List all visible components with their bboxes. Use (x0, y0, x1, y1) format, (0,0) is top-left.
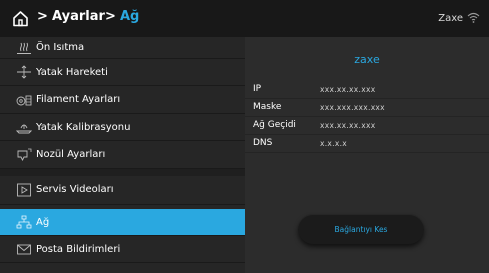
bed-move-icon (17, 65, 31, 79)
sidebar-item-label: Nozül Ayarları (36, 149, 106, 160)
row-value: xxx.xxx.xxx.xxx (320, 103, 385, 112)
row-value: xxx.xx.xx.xxx (320, 121, 376, 130)
sidebar-item-label: Ağ (36, 217, 50, 228)
sidebar-item-label: Posta Bildirimleri (36, 244, 121, 255)
network-icon (16, 215, 32, 229)
sidebar-item-filament[interactable]: Filament Ayarları (0, 86, 245, 114)
row-label: Maske (253, 102, 282, 112)
disconnect-button[interactable]: Bağlantıyı Kes (298, 214, 424, 244)
row-label: IP (253, 84, 262, 94)
filament-icon (16, 95, 32, 106)
breadcrumb-separator: > (105, 9, 116, 24)
network-name: zaxe (354, 53, 380, 66)
sidebar-divider (0, 169, 245, 176)
sidebar-item-service-videos[interactable]: Servis Videoları (0, 176, 245, 205)
sidebar-item-label: Ön Isıtma (36, 42, 85, 53)
sidebar-item-bed-calibration[interactable]: Yatak Kalibrasyonu (0, 114, 245, 141)
sidebar-item-nozzle[interactable]: Nozül Ayarları (0, 141, 245, 169)
top-bar: > Ayarlar > Ağ Zaxe (0, 0, 489, 37)
breadcrumb-current: Ağ (120, 9, 140, 24)
play-icon (17, 183, 31, 197)
sidebar-item-preheat[interactable]: Ön Isıtma (0, 37, 245, 59)
wifi-icon (467, 12, 480, 23)
row-label: Ağ Geçidi (253, 120, 296, 130)
sidebar-item-label: Servis Videoları (36, 184, 114, 195)
network-row-gateway: Ağ Geçidi xxx.xx.xx.xxx (245, 117, 489, 135)
sidebar-item-bed-movement[interactable]: Yatak Hareketi (0, 59, 245, 86)
nozzle-icon (17, 148, 32, 162)
row-value: xxx.xx.xx.xxx (320, 85, 376, 94)
network-row-mask: Maske xxx.xxx.xxx.xxx (245, 99, 489, 117)
row-label: DNS (253, 138, 273, 148)
sidebar-item-network[interactable]: Ağ (0, 209, 245, 236)
device-name: Zaxe (438, 13, 463, 24)
home-icon[interactable] (12, 10, 29, 27)
row-value: x.x.x.x (320, 139, 348, 148)
breadcrumb-settings[interactable]: Ayarlar (52, 9, 105, 24)
sidebar-item-mail-notifications[interactable]: Posta Bildirimleri (0, 236, 245, 263)
network-row-ip: IP xxx.xx.xx.xxx (245, 81, 489, 99)
preheat-icon (17, 42, 31, 54)
bed-calibration-icon (16, 124, 32, 134)
sidebar-item-label: Yatak Kalibrasyonu (36, 122, 131, 133)
mail-icon (17, 244, 31, 255)
sidebar-item-label: Yatak Hareketi (36, 67, 108, 78)
sidebar-item-label: Filament Ayarları (36, 94, 121, 105)
network-row-dns: DNS x.x.x.x (245, 135, 489, 153)
breadcrumb-separator: > (37, 9, 48, 24)
network-details-panel: zaxe IP xxx.xx.xx.xxx Maske xxx.xxx.xxx.… (245, 37, 489, 273)
settings-sidebar: Ön Isıtma Yatak Hareketi Filament Ayarla… (0, 37, 245, 273)
